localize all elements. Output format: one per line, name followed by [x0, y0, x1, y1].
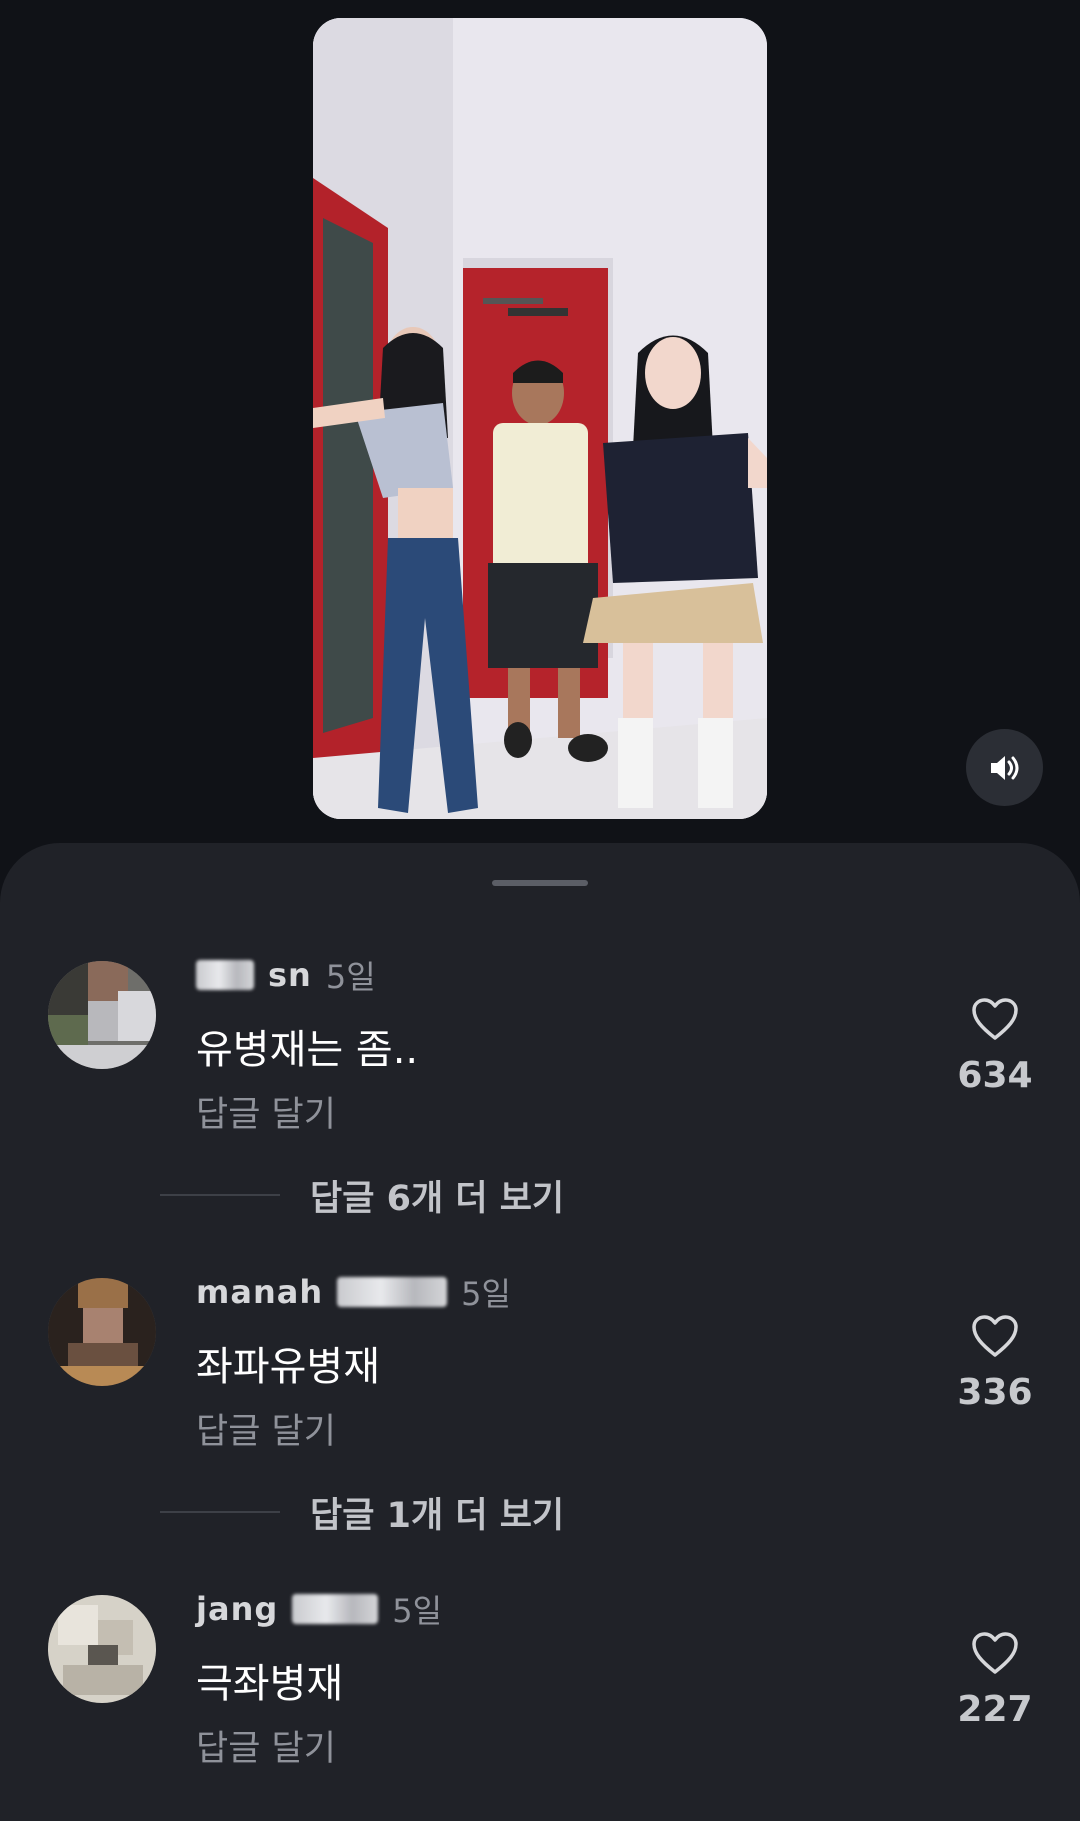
- comment-item: sn 5일 유병재는 좀.. 답글 달기 634: [0, 956, 1080, 1161]
- speaker-icon: [990, 755, 1018, 780]
- avatar-image: [48, 1278, 156, 1386]
- comment-text: 극좌병재: [196, 1661, 344, 1707]
- username-blurred: [196, 960, 254, 990]
- video-player[interactable]: [313, 18, 767, 819]
- comment-meta: sn 5일: [196, 955, 376, 996]
- reply-button[interactable]: 답글 달기: [196, 1086, 336, 1137]
- username-blurred: [292, 1594, 379, 1624]
- comments-sheet: sn 5일 유병재는 좀.. 답글 달기 634 답글 6개 더 보기 mana…: [0, 843, 1080, 1821]
- reply-button[interactable]: 답글 달기: [196, 1720, 336, 1771]
- comment-meta: jang 5일: [196, 1589, 443, 1630]
- comment-text: 유병재는 좀..: [196, 1027, 419, 1073]
- heart-icon: [972, 1315, 1018, 1357]
- comment-time: 5일: [325, 958, 376, 996]
- comment-item: manah 5일 좌파유병재 답글 달기 336: [0, 1273, 1080, 1478]
- like-button[interactable]: 336: [950, 1314, 1040, 1413]
- sound-toggle-button[interactable]: [966, 729, 1043, 806]
- comment-item: jang 5일 극좌병재 답글 달기 227: [0, 1590, 1080, 1795]
- divider-line: [160, 1194, 280, 1196]
- like-count: 227: [957, 1689, 1033, 1730]
- comment-time: 5일: [461, 1275, 511, 1313]
- comment-text: 좌파유병재: [196, 1344, 380, 1390]
- heart-icon: [972, 998, 1018, 1040]
- comment-time: 5일: [392, 1592, 443, 1630]
- heart-icon: [972, 1632, 1018, 1674]
- video-frame: [313, 18, 767, 819]
- view-more-replies-label: 답글 6개 더 보기: [310, 1178, 565, 1219]
- username[interactable]: jang: [196, 1590, 278, 1628]
- username[interactable]: manah: [196, 1273, 323, 1311]
- avatar-image: [48, 1595, 156, 1703]
- username-blurred: [337, 1277, 448, 1307]
- avatar[interactable]: [48, 961, 156, 1069]
- avatar[interactable]: [48, 1278, 156, 1386]
- like-button[interactable]: 634: [950, 997, 1040, 1096]
- avatar-image: [48, 961, 156, 1069]
- username[interactable]: sn: [268, 956, 312, 994]
- avatar[interactable]: [48, 1595, 156, 1703]
- sheet-drag-handle[interactable]: [492, 880, 588, 886]
- divider-line: [160, 1511, 280, 1513]
- view-more-replies-label: 답글 1개 더 보기: [310, 1495, 565, 1536]
- view-more-replies[interactable]: 답글 6개 더 보기: [160, 1170, 564, 1220]
- comment-meta: manah 5일: [196, 1272, 511, 1313]
- like-count: 336: [957, 1372, 1033, 1413]
- reply-button[interactable]: 답글 달기: [196, 1403, 336, 1454]
- view-more-replies[interactable]: 답글 1개 더 보기: [160, 1487, 564, 1537]
- like-count: 634: [957, 1055, 1033, 1096]
- like-button[interactable]: 227: [950, 1631, 1040, 1730]
